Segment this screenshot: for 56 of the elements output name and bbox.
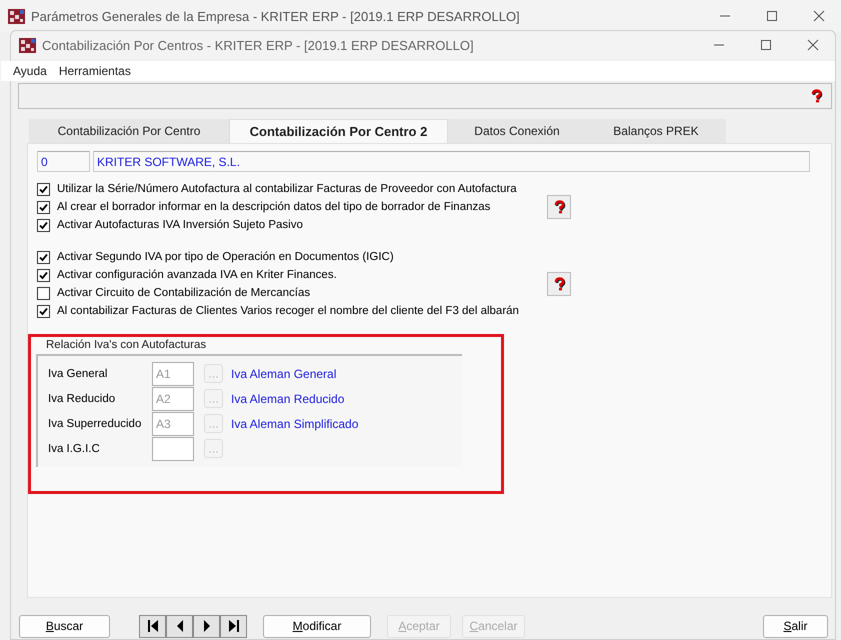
help-icon	[809, 89, 823, 103]
action-button[interactable]: Modificar	[263, 614, 371, 638]
tax-description: Iva Aleman General	[231, 366, 336, 380]
checkbox[interactable]	[37, 268, 50, 282]
help-button[interactable]	[547, 272, 571, 296]
tax-description: Iva Aleman Reducido	[231, 392, 344, 406]
code-field[interactable]: 0	[37, 151, 90, 172]
maximize-icon[interactable]	[760, 39, 772, 51]
tab[interactable]: Contabilización Por Centro	[29, 119, 229, 143]
option-label: Activar Segundo IVA por tipo de Operación en Documentos (IGIC)	[57, 251, 394, 263]
action-button[interactable]: Buscar	[19, 614, 110, 638]
checkbox[interactable]	[37, 304, 50, 318]
checkbox[interactable]	[37, 200, 50, 214]
tab[interactable]: Datos Conexión	[448, 119, 586, 143]
app-logo-icon	[8, 8, 25, 24]
action-button[interactable]: Salir	[763, 614, 828, 638]
window-title: Parámetros Generales de la Empresa - KRITER ERP - [2019.1 ERP DESARROLLO]	[31, 8, 521, 24]
tab[interactable]: Balanços PREK	[586, 119, 726, 143]
option-label: Activar Autofacturas IVA Inversión Sujeto Pasivo	[57, 219, 303, 231]
option-label: Al contabilizar Facturas de Clientes Varios recoger el nombre del cliente del F3 del albarán	[57, 305, 519, 317]
first-record-icon	[146, 619, 158, 633]
menu-item[interactable]: Ayuda	[13, 64, 47, 78]
help-button[interactable]	[809, 89, 823, 103]
checkbox[interactable]	[37, 286, 50, 300]
close-icon[interactable]	[813, 10, 825, 22]
field-label: Iva General	[48, 368, 108, 380]
navigation-button[interactable]	[139, 614, 166, 638]
navigation-button[interactable]	[193, 614, 220, 638]
field-label: Iva Reducido	[48, 392, 116, 404]
field-label: Iva Superreducido	[48, 418, 142, 430]
close-icon[interactable]	[807, 39, 819, 51]
disabled-button: Cancelar	[462, 614, 525, 638]
checkbox[interactable]	[37, 218, 50, 232]
option-label: Utilizar la Série/Número Autofactura al contabilizar Facturas de Proveedor con Autofactura	[57, 183, 517, 195]
app-logo-icon	[19, 38, 36, 52]
field-label: Iva I.G.I.C	[48, 442, 101, 454]
maximize-icon[interactable]	[766, 10, 778, 22]
help-icon	[552, 200, 566, 214]
navigation-button[interactable]	[220, 614, 247, 638]
checkbox[interactable]	[37, 182, 50, 196]
help-icon	[552, 277, 566, 291]
last-record-icon	[228, 619, 240, 633]
option-label: Activar configuración avanzada IVA en Kriter Finances.	[57, 269, 337, 281]
tax-description: Iva Aleman Simplificado	[231, 416, 358, 430]
company-name-field[interactable]: KRITER SOFTWARE, S.L.	[93, 151, 810, 172]
help-button[interactable]	[547, 195, 571, 219]
menu-item[interactable]: Herramientas	[58, 64, 131, 78]
group-title: Relación Iva's con Autofacturas	[46, 339, 208, 351]
checkbox[interactable]	[37, 250, 50, 264]
option-label: Activar Circuito de Contabilización de Mercancías	[57, 287, 310, 299]
disabled-button: Aceptar	[387, 614, 451, 638]
navigation-button[interactable]	[166, 614, 193, 638]
option-label: Al crear el borrador informar en la descripción datos del tipo de borrador de Finanzas	[57, 201, 490, 213]
tab[interactable]: Contabilización Por Centro 2	[229, 119, 448, 143]
input-field[interactable]	[152, 436, 194, 460]
window-title: Contabilización Por Centros - KRITER ERP - [2019.1 ERP DESARROLLO]	[42, 38, 475, 52]
